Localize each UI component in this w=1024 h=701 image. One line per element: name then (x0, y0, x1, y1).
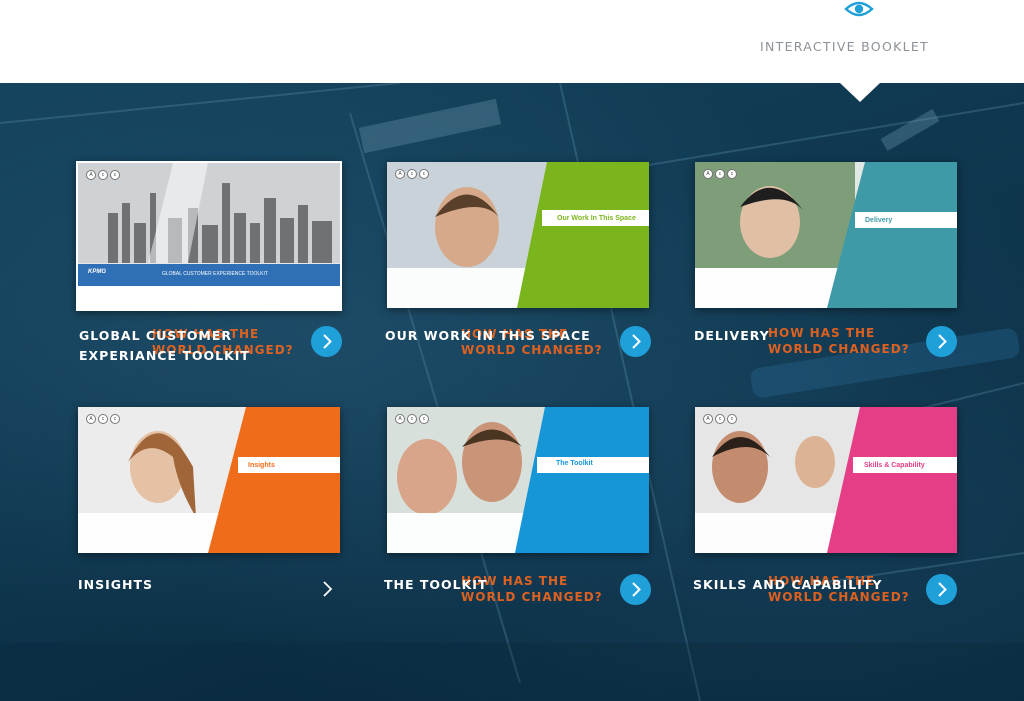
open-card-button[interactable] (620, 574, 651, 605)
card-insights[interactable]: Acc Insights (78, 407, 340, 553)
card-delivery[interactable]: Acc Delivery (695, 162, 957, 308)
card-the-toolkit[interactable]: Acc The Toolkit (387, 407, 649, 553)
chevron-right-icon (938, 334, 947, 349)
card-global-customer-experience-toolkit[interactable]: Acc KPMG GLOBAL CUSTOMER EXPERIENCE TOOL… (76, 161, 342, 311)
card-band-label: Our Work In This Space (557, 215, 636, 222)
card-band-label: Delivery (865, 217, 893, 224)
card-title[interactable]: THE TOOLKIT (384, 575, 488, 595)
header-pointer (840, 83, 880, 102)
card-title[interactable]: DELIVERY (694, 326, 770, 346)
open-card-button[interactable] (311, 326, 342, 357)
card-nav-dots: Acc (86, 414, 122, 432)
card-nav-dots: Acc (86, 170, 122, 188)
chevron-right-icon (938, 582, 947, 597)
card-nav-dots: Acc (395, 414, 431, 432)
chevron-right-icon (632, 334, 641, 349)
chevron-right-icon (323, 334, 332, 349)
interactive-booklet-label[interactable]: INTERACTIVE BOOKLET (760, 39, 930, 54)
open-card-button[interactable] (926, 574, 957, 605)
card-nav-dots: Acc (703, 414, 739, 432)
card-nav-dots: Acc (703, 169, 739, 187)
card-band-label: The Toolkit (556, 460, 593, 467)
card-band-label: Insights (248, 462, 275, 469)
card-our-work-in-this-space[interactable]: Acc Our Work In This Space (387, 162, 649, 308)
card-title[interactable]: GLOBAL CUSTOMER EXPERIANCE TOOLKIT (79, 326, 250, 366)
eye-icon[interactable] (844, 0, 874, 20)
card-title[interactable]: OUR WORK IN THIS SPACE (385, 326, 591, 346)
cover-title: GLOBAL CUSTOMER EXPERIENCE TOOLKIT (162, 271, 268, 277)
card-title[interactable]: INSIGHTS (78, 575, 153, 595)
card-skills-and-capability[interactable]: Acc Skills & Capability (695, 407, 957, 553)
card-nav-dots: Acc (395, 169, 431, 187)
open-card-button[interactable] (926, 326, 957, 357)
world-changed-label: HOW HAS THE WORLD CHANGED? (768, 326, 910, 356)
top-header: INTERACTIVE BOOKLET (0, 0, 1024, 83)
chevron-right-icon[interactable] (320, 579, 336, 599)
card-title[interactable]: SKILLS AND CAPABILITY (693, 575, 882, 595)
card-band-label: Skills & Capability (864, 462, 925, 469)
kpmg-logo: KPMG (88, 269, 106, 275)
open-card-button[interactable] (620, 326, 651, 357)
chevron-right-icon (632, 582, 641, 597)
